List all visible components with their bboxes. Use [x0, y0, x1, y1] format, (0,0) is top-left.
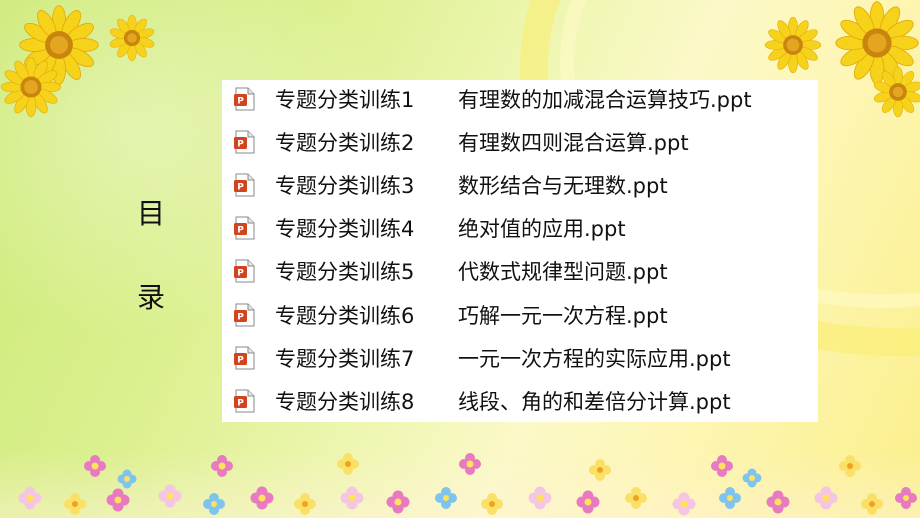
- file-row[interactable]: P 专题分类训练6 巧解一元一次方程.ppt: [222, 300, 818, 330]
- powerpoint-file-icon: P: [234, 259, 255, 283]
- file-row[interactable]: P 专题分类训练8 线段、角的和差倍分计算.ppt: [222, 386, 818, 416]
- file-series-label: 专题分类训练4: [275, 217, 415, 241]
- powerpoint-file-icon: P: [234, 346, 255, 370]
- file-name-label: 一元一次方程的实际应用.ppt: [458, 347, 731, 371]
- file-name-label: 有理数的加减混合运算技巧.ppt: [458, 88, 752, 112]
- title-char-lu: 录: [136, 281, 165, 314]
- file-name-label: 线段、角的和差倍分计算.ppt: [458, 390, 731, 414]
- file-row[interactable]: P 专题分类训练3 数形结合与无理数.ppt: [222, 170, 818, 200]
- svg-text:P: P: [237, 356, 244, 366]
- file-name-label: 巧解一元一次方程.ppt: [458, 304, 668, 328]
- file-row[interactable]: P 专题分类训练7 一元一次方程的实际应用.ppt: [222, 343, 818, 373]
- file-name-label: 代数式规律型问题.ppt: [458, 260, 668, 284]
- powerpoint-file-icon: P: [234, 87, 255, 111]
- powerpoint-file-icon: P: [234, 173, 255, 197]
- svg-text:P: P: [237, 313, 244, 323]
- file-name-label: 数形结合与无理数.ppt: [458, 174, 668, 198]
- file-series-label: 专题分类训练2: [275, 131, 415, 155]
- sunflower-icon: [873, 66, 920, 118]
- sunflower-icon: [764, 16, 822, 74]
- svg-text:P: P: [237, 140, 244, 150]
- file-series-label: 专题分类训练3: [275, 174, 415, 198]
- svg-text:P: P: [237, 226, 244, 236]
- sunflower-icon: [109, 14, 155, 62]
- powerpoint-file-icon: P: [234, 303, 255, 327]
- sunflower-icon: [0, 56, 62, 118]
- file-series-label: 专题分类训练1: [275, 88, 415, 112]
- powerpoint-file-icon: P: [234, 130, 255, 154]
- file-series-label: 专题分类训练5: [275, 260, 415, 284]
- powerpoint-file-icon: P: [234, 216, 255, 240]
- file-series-label: 专题分类训练7: [275, 347, 415, 371]
- flower-border-decoration: [18, 453, 917, 516]
- file-row[interactable]: P 专题分类训练5 代数式规律型问题.ppt: [222, 256, 818, 286]
- title-char-mu: 目: [136, 197, 165, 230]
- file-name-label: 绝对值的应用.ppt: [458, 217, 626, 241]
- svg-text:P: P: [237, 183, 244, 193]
- file-row[interactable]: P 专题分类训练4 绝对值的应用.ppt: [222, 213, 818, 243]
- svg-text:P: P: [237, 269, 244, 279]
- svg-text:P: P: [237, 97, 244, 107]
- file-row[interactable]: P 专题分类训练2 有理数四则混合运算.ppt: [222, 127, 818, 157]
- file-name-label: 有理数四则混合运算.ppt: [458, 131, 689, 155]
- file-series-label: 专题分类训练6: [275, 304, 415, 328]
- file-list-panel: P 专题分类训练1 有理数的加减混合运算技巧.ppt P 专题分类训练2 有理数…: [222, 80, 818, 422]
- svg-text:P: P: [237, 399, 244, 409]
- file-series-label: 专题分类训练8: [275, 390, 415, 414]
- powerpoint-file-icon: P: [234, 389, 255, 413]
- slide-background: 目 录 P 专题分类训练1 有理数的加减混合运算技巧.ppt P 专题分类训练2…: [0, 0, 920, 518]
- file-row[interactable]: P 专题分类训练1 有理数的加减混合运算技巧.ppt: [222, 84, 818, 114]
